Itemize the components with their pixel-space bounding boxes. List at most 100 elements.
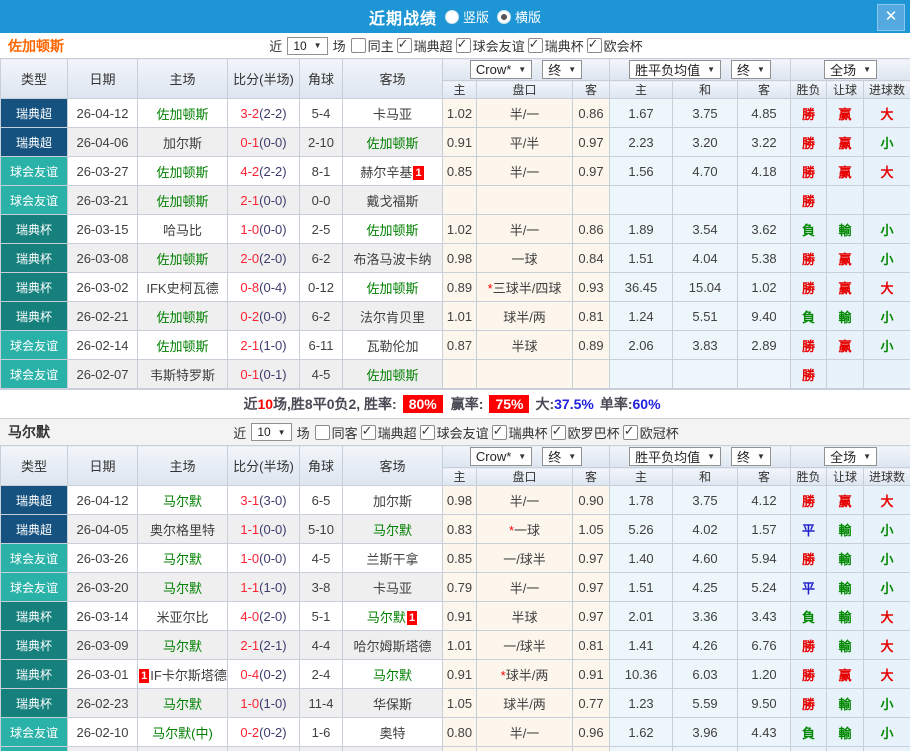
team-name[interactable]: 哈马比 (163, 223, 202, 238)
odds-company-select[interactable]: Crow* ▼ (469, 60, 533, 79)
filter-checkbox-瑞典杯[interactable]: 瑞典杯 (527, 36, 584, 55)
sub-column-header: 主 (442, 80, 477, 99)
team-name[interactable]: 佐加顿斯 (156, 310, 208, 325)
team-name[interactable]: 佐加顿斯 (366, 136, 418, 151)
checkbox-icon[interactable] (314, 424, 330, 440)
team-name[interactable]: 佐加顿斯 (156, 252, 208, 267)
avg-home-cell: 10.36 (609, 659, 674, 689)
handicap-text: 一球 (514, 522, 541, 538)
team-name[interactable]: 马尔默 (163, 581, 202, 596)
team-name[interactable]: 华保斯 (373, 697, 412, 712)
scope-select[interactable]: 全场 ▼ (824, 447, 877, 466)
checkbox-icon[interactable] (455, 36, 471, 53)
filter-checkbox-同主[interactable]: 同主 (350, 36, 394, 55)
team-name[interactable]: 奥尔格里特 (150, 523, 215, 538)
avg-odds-select[interactable]: 胜平负均值 ▼ (629, 447, 722, 466)
radio-horizontal-layout[interactable]: 横版 (497, 7, 541, 26)
match-count-select[interactable]: 10 ▼ (287, 36, 328, 55)
team-name[interactable]: 瓦勒伦加 (366, 339, 418, 354)
checkbox-icon[interactable] (550, 423, 566, 440)
checkbox-icon[interactable] (491, 423, 507, 440)
odds-company-select[interactable]: Crow* ▼ (469, 447, 533, 466)
final-odds-select[interactable]: 终 ▼ (731, 447, 771, 466)
column-header: 比分(半场) (227, 58, 300, 99)
team-name[interactable]: 佐加顿斯 (156, 194, 208, 209)
chevron-down-icon: ▼ (863, 452, 871, 461)
team-name[interactable]: 卡马亚 (373, 581, 412, 596)
column-header: 客场 (342, 58, 443, 99)
team-name[interactable]: 马尔默 (163, 494, 202, 509)
team-name[interactable]: 马尔默 (163, 697, 202, 712)
team-name[interactable]: 马尔默 (163, 639, 202, 654)
filter-checkbox-瑞典杯[interactable]: 瑞典杯 (491, 423, 548, 442)
sub-column-header: 胜负 (790, 80, 828, 99)
filter-checkbox-同客[interactable]: 同客 (314, 423, 358, 442)
scope-select[interactable]: 全场 ▼ (824, 60, 877, 79)
team-name[interactable]: 奥特 (379, 726, 405, 741)
corner-cell: 2-10 (299, 127, 343, 157)
dropdown-value: 全场 (830, 63, 857, 78)
team-name[interactable]: 马尔默 (373, 668, 412, 683)
team-name[interactable]: 佐加顿斯 (156, 107, 208, 122)
fulltime-score: 4-2 (240, 163, 260, 179)
games-label: 场 (332, 39, 346, 54)
team-name[interactable]: 卡马亚 (373, 107, 412, 122)
team-name[interactable]: 布洛马波卡纳 (353, 252, 431, 267)
home-odds-cell: 1.02 (442, 214, 477, 244)
checkbox-icon[interactable] (396, 36, 412, 53)
close-button[interactable]: ✕ (877, 4, 905, 31)
final-odds-select[interactable]: 终 ▼ (542, 447, 583, 466)
filter-checkbox-球会友谊[interactable]: 球会友谊 (419, 423, 489, 442)
home-odds-cell: 0.98 (442, 485, 477, 515)
red-card-badge: 1 (406, 610, 418, 625)
radio-vertical-layout[interactable]: 竖版 (444, 7, 489, 26)
filter-checkbox-瑞典超[interactable]: 瑞典超 (396, 36, 453, 55)
team-name[interactable]: 哈尔姆斯塔德 (353, 639, 431, 654)
team-name[interactable]: 加尔斯 (163, 136, 202, 151)
team-name[interactable]: 马尔默 (367, 610, 406, 625)
checkbox-icon[interactable] (622, 423, 638, 440)
team-name[interactable]: 马尔默 (163, 552, 202, 567)
team-name[interactable]: 米亚尔比 (156, 610, 208, 625)
final-odds-select[interactable]: 终 ▼ (542, 60, 583, 79)
radio-button-icon[interactable] (444, 9, 459, 24)
filter-checkbox-球会友谊[interactable]: 球会友谊 (455, 36, 525, 55)
team-name[interactable]: 佐加顿斯 (366, 281, 418, 296)
team-name[interactable]: 佐加顿斯 (366, 223, 418, 238)
radio-button-selected-icon[interactable] (497, 9, 511, 24)
team-name[interactable]: 韦斯特罗斯 (150, 368, 215, 383)
filter-checkbox-欧冠杯[interactable]: 欧冠杯 (622, 423, 679, 442)
filter-checkbox-欧罗巴杯[interactable]: 欧罗巴杯 (550, 423, 620, 442)
checkbox-icon[interactable] (586, 36, 602, 53)
avg-odds-select[interactable]: 胜平负均值 ▼ (629, 60, 722, 79)
checkbox-icon[interactable] (350, 38, 366, 53)
checkbox-icon[interactable] (360, 423, 376, 440)
team-name[interactable]: 赫尔辛基 (360, 165, 412, 180)
league-type-cell: 球会友谊 (0, 717, 68, 747)
avg-draw-cell: 4.70 (672, 156, 739, 186)
away-team-cell: 佐加顿斯 (342, 127, 443, 157)
team-name[interactable]: 佐加顿斯 (156, 165, 208, 180)
team-name[interactable]: 马尔默 (373, 523, 412, 538)
final-odds-select[interactable]: 终 ▼ (731, 60, 771, 79)
team-name[interactable]: IFK史柯瓦德 (146, 281, 218, 296)
checkbox-label: 球会友谊 (436, 425, 489, 441)
team-name[interactable]: 戴戈福斯 (366, 194, 418, 209)
handicap-line-cell: 半球 (476, 601, 573, 631)
team-name[interactable]: IF卡尔斯塔德 (150, 668, 226, 683)
away-team-cell: 戴戈福斯 (342, 185, 443, 215)
filter-checkbox-瑞典超[interactable]: 瑞典超 (360, 423, 417, 442)
checkbox-icon[interactable] (419, 423, 435, 440)
score-cell: 3-1(3-0) (227, 485, 300, 515)
team-name[interactable]: 兰斯干拿 (366, 552, 418, 567)
team-name[interactable]: 佐加顿斯 (366, 368, 418, 383)
team-name[interactable]: 马尔默(中) (152, 726, 213, 741)
checkbox-icon[interactable] (527, 36, 543, 53)
team-name[interactable]: 佐加顿斯 (156, 339, 208, 354)
league-type-cell: 球会友谊 (0, 359, 68, 389)
filter-checkbox-欧会杯[interactable]: 欧会杯 (586, 36, 643, 55)
team-name[interactable]: 加尔斯 (373, 494, 412, 509)
halftime-score: (1-0) (259, 579, 287, 595)
match-count-select[interactable]: 10 ▼ (251, 423, 292, 441)
team-name[interactable]: 法尔肯贝里 (360, 310, 425, 325)
